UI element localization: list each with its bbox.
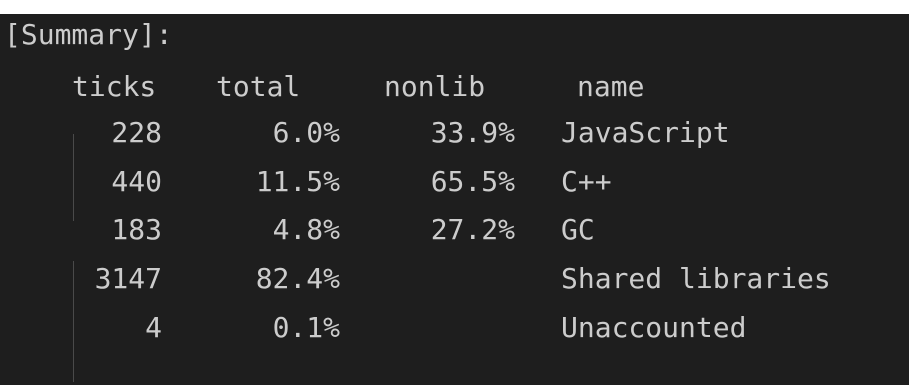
- total-cell: 11.5%: [255, 165, 340, 198]
- total-cell: 0.1%: [272, 311, 340, 344]
- name-cell: Unaccounted: [561, 311, 747, 344]
- ticks-cell: 4: [145, 311, 162, 344]
- nonlib-cell: 65.5%: [430, 165, 515, 198]
- header-nonlib: nonlib: [384, 70, 486, 103]
- header-name: name: [577, 70, 645, 103]
- ticks-cell: 228: [111, 116, 162, 149]
- name-cell: GC: [561, 213, 595, 246]
- name-cell: JavaScript: [561, 116, 730, 149]
- table-row: 3147 82.4% Shared libraries: [0, 259, 831, 299]
- table-row: 228 6.0% 33.9% JavaScript: [0, 113, 729, 153]
- table-row: 4 0.1% Unaccounted: [0, 308, 746, 348]
- ticks-cell: 440: [111, 165, 162, 198]
- table-row: 440 11.5% 65.5% C++: [0, 162, 611, 202]
- ticks-cell: 183: [111, 213, 162, 246]
- header-ticks: ticks: [72, 70, 157, 103]
- header-row: ticks total nonlib name: [0, 67, 644, 107]
- total-cell: 4.8%: [272, 213, 340, 246]
- name-cell: C++: [561, 165, 612, 198]
- header-total: total: [216, 70, 301, 103]
- terminal-output: [Summary]: ticks total nonlib name 228 6…: [0, 14, 909, 385]
- name-cell: Shared libraries: [561, 262, 831, 295]
- total-cell: 82.4%: [255, 262, 340, 295]
- ticks-cell: 3147: [94, 262, 162, 295]
- nonlib-cell: 27.2%: [430, 213, 515, 246]
- table-row: 183 4.8% 27.2% GC: [0, 210, 594, 250]
- total-cell: 6.0%: [272, 116, 340, 149]
- summary-label: [Summary]:: [4, 18, 173, 51]
- summary-line: [Summary]:: [0, 15, 173, 55]
- nonlib-cell: 33.9%: [430, 116, 515, 149]
